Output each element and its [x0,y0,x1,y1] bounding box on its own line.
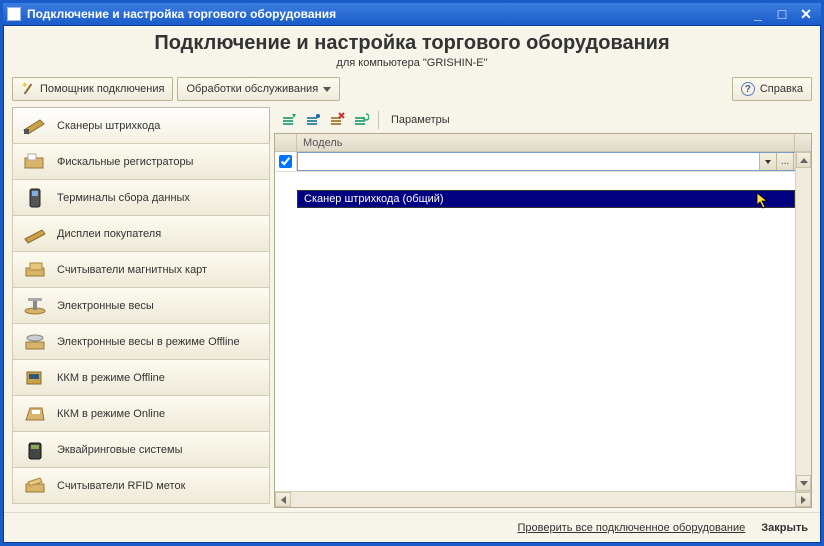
check-all-equipment-link[interactable]: Проверить все подключенное оборудование [517,522,745,534]
maintenance-dropdown-button[interactable]: Обработки обслуживания [177,77,340,101]
row-checkbox-cell[interactable] [275,152,297,171]
sidebar-item-label: Дисплеи покупателя [57,228,161,240]
dropdown-item[interactable]: Сканер штрихкода (общий) [298,191,794,207]
dropdown-item-label: Сканер штрихкода (общий) [304,193,444,205]
kkm-online-icon [21,401,49,427]
sidebar-item-label: Фискальные регистраторы [57,156,193,168]
close-button[interactable]: Закрыть [761,522,808,534]
vertical-scrollbar[interactable] [795,152,811,491]
scroll-left-button[interactable] [275,492,291,507]
page-title: Подключение и настройка торгового оборуд… [14,32,810,55]
model-dropdown[interactable]: Сканер штрихкода (общий) [297,190,795,208]
model-combo-input[interactable] [298,153,759,170]
column-header-check[interactable] [275,134,297,151]
equipment-grid: Модель ... [274,133,812,508]
chevron-down-icon [765,160,771,164]
connection-assistant-button[interactable]: Помощник подключения [12,77,173,101]
delete-row-button[interactable] [326,109,348,131]
close-window-button[interactable]: ✕ [795,5,817,23]
cursor-icon [756,192,774,210]
card-reader-icon [21,257,49,283]
sidebar-item-label: Считыватели магнитных карт [57,264,207,276]
column-header-model[interactable]: Модель [297,134,795,151]
sidebar-item-kkm-offline[interactable]: ККМ в режиме Offline [12,359,270,396]
category-sidebar: Сканеры штрихкода Фискальные регистратор… [12,107,270,508]
scroll-down-button[interactable] [796,475,811,491]
sidebar-item-label: Электронные весы [57,300,154,312]
row-checkbox[interactable] [279,155,292,168]
sidebar-item-fiscal-registers[interactable]: Фискальные регистраторы [12,143,270,180]
sidebar-item-acquiring[interactable]: Эквайринговые системы [12,431,270,468]
help-button[interactable]: ? Справка [732,77,812,101]
refresh-button[interactable] [350,109,372,131]
sidebar-item-label: ККМ в режиме Offline [57,372,165,384]
kkm-offline-icon [21,365,49,391]
sidebar-item-scales-offline[interactable]: Электронные весы в режиме Offline [12,323,270,360]
parameters-button[interactable]: Параметры [385,114,456,126]
sidebar-item-barcode-scanners[interactable]: Сканеры штрихкода [12,107,270,144]
sidebar-item-data-terminals[interactable]: Терминалы сбора данных [12,179,270,216]
maintenance-label: Обработки обслуживания [186,83,318,95]
sidebar-item-customer-displays[interactable]: Дисплеи покупателя [12,215,270,252]
model-combo[interactable]: ... [297,152,811,171]
horizontal-scrollbar[interactable] [275,491,811,507]
sidebar-item-card-readers[interactable]: Считыватели магнитных карт [12,251,270,288]
fiscal-register-icon [21,149,49,175]
scroll-right-button[interactable] [795,492,811,507]
edit-row-button[interactable] [302,109,324,131]
document-icon [7,7,21,21]
customer-display-icon [21,221,49,247]
page-subtitle: для компьютера "GRISHIN-E" [14,57,810,69]
titlebar[interactable]: Подключение и настройка торгового оборуд… [3,3,821,25]
chevron-down-icon [323,87,331,92]
window-title: Подключение и настройка торгового оборуд… [27,7,336,21]
combo-dropdown-button[interactable] [759,153,776,170]
sidebar-item-label: Эквайринговые системы [57,444,183,456]
sidebar-item-label: ККМ в режиме Online [57,408,165,420]
help-label: Справка [760,83,803,95]
sidebar-item-label: Терминалы сбора данных [57,192,190,204]
sidebar-item-scales[interactable]: Электронные весы [12,287,270,324]
scroll-up-button[interactable] [796,152,811,168]
rfid-icon [21,473,49,499]
acquiring-icon [21,437,49,463]
barcode-scanner-icon [21,113,49,139]
help-icon: ? [741,82,755,96]
data-terminal-icon [21,185,49,211]
maximize-button[interactable]: □ [771,5,793,23]
sidebar-item-label: Сканеры штрихкода [57,120,160,132]
table-row[interactable]: ... [275,152,811,172]
minimize-button[interactable]: _ [747,5,769,23]
grid-toolbar: Параметры [274,107,812,133]
sidebar-item-rfid[interactable]: Считыватели RFID меток [12,467,270,504]
combo-ellipsis-button[interactable]: ... [776,153,793,170]
sidebar-item-kkm-online[interactable]: ККМ в режиме Online [12,395,270,432]
sidebar-item-label: Считыватели RFID меток [57,480,185,492]
wand-icon [21,82,35,96]
scales-icon [21,293,49,319]
sidebar-item-label: Электронные весы в режиме Offline [57,336,240,348]
scales-offline-icon [21,329,49,355]
add-row-button[interactable] [278,109,300,131]
connection-assistant-label: Помощник подключения [40,83,164,95]
